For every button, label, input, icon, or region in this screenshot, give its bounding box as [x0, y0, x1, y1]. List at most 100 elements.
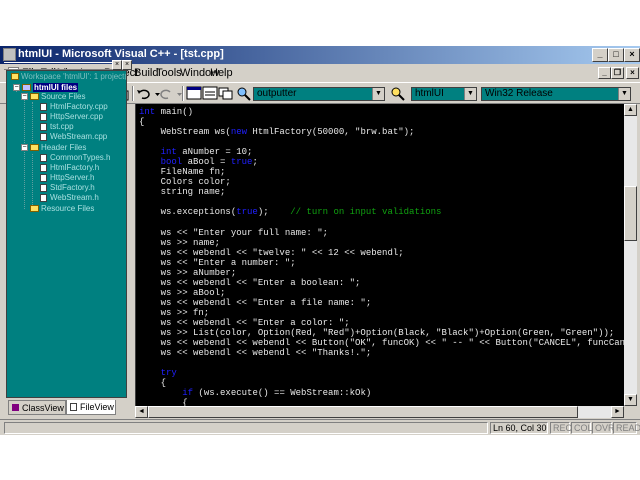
configuration-combo[interactable]: Win32 Release ▼ [481, 87, 631, 101]
workspace-grip[interactable] [4, 62, 122, 70]
file-item[interactable]: CommonTypes.h [50, 153, 110, 162]
code-line[interactable]: { [139, 398, 187, 406]
find-in-files-icon[interactable] [236, 86, 252, 101]
code-line[interactable]: int main() [139, 107, 193, 117]
code-line[interactable]: Colors color; [139, 177, 231, 187]
undo-dropdown-icon[interactable] [150, 86, 160, 101]
folder-resource-files[interactable]: Resource Files [41, 204, 94, 213]
maximize-button[interactable]: □ [608, 48, 624, 62]
close-button[interactable]: × [624, 48, 640, 62]
code-line[interactable]: ws >> List(color, Option(Red, "Red")+Opt… [139, 328, 615, 338]
scroll-down-arrow-icon[interactable]: ▼ [624, 394, 637, 406]
toolbar-separator [132, 86, 134, 101]
workspace-icon [11, 73, 19, 80]
collapse-icon[interactable]: − [21, 93, 28, 100]
doc-restore-button[interactable]: ❐ [611, 67, 624, 79]
workspace-close-button[interactable]: × [112, 60, 122, 70]
file-item[interactable]: tst.cpp [50, 122, 74, 131]
code-line[interactable]: WebStream ws(new HtmlFactory(50000, "brw… [139, 127, 415, 137]
folder-icon [30, 93, 39, 100]
project-combo[interactable]: htmlUI ▼ [411, 87, 477, 101]
doc-minimize-button[interactable]: _ [598, 67, 611, 79]
code-line[interactable]: ws << webendl << "twelve: " << 12 << web… [139, 248, 404, 258]
scroll-thumb[interactable] [624, 186, 637, 241]
code-line[interactable]: if (ws.execute() == WebStream::kOk) [139, 388, 371, 398]
minimize-button[interactable]: _ [592, 48, 608, 62]
code-line[interactable]: string name; [139, 187, 226, 197]
app-icon[interactable] [3, 48, 16, 61]
menu-help[interactable]: Help [210, 67, 233, 79]
workspace-window-icon[interactable] [186, 86, 202, 101]
collapse-icon[interactable]: − [21, 144, 28, 151]
code-text[interactable]: int main() { WebStream ws(new HtmlFactor… [139, 107, 624, 406]
scroll-up-arrow-icon[interactable]: ▲ [624, 104, 637, 116]
horizontal-scrollbar[interactable]: ◄ ► [135, 406, 624, 418]
code-editor[interactable]: int main() { WebStream ws(new HtmlFactor… [135, 104, 624, 406]
chevron-down-icon[interactable]: ▼ [618, 88, 630, 100]
tab-fileview[interactable]: FileView [66, 400, 116, 415]
cpp-file-icon [40, 103, 47, 111]
code-line[interactable]: ws.exceptions(true); // turn on input va… [139, 207, 442, 217]
code-line[interactable]: ws << webendl << "Enter a boolean: "; [139, 278, 361, 288]
configuration-combo-value: Win32 Release [485, 88, 553, 99]
chevron-down-icon[interactable]: ▼ [464, 88, 476, 100]
file-item[interactable]: HtmlFactory.h [50, 163, 99, 172]
toolbar-separator [182, 86, 184, 101]
code-line[interactable]: ws << "Enter a number: "; [139, 258, 296, 268]
code-line[interactable]: { [139, 117, 144, 127]
tab-classview-label: ClassView [22, 403, 64, 413]
file-item[interactable]: HttpServer.h [50, 173, 94, 182]
application-window: htmlUI - Microsoft Visual C++ - [tst.cpp… [0, 46, 640, 435]
status-bar: Ln 60, Col 30 REC COL OVR READ [0, 419, 640, 435]
code-line[interactable]: ws >> name; [139, 238, 220, 248]
code-line[interactable]: ws << webendl << webendl << Button("OK",… [139, 338, 624, 348]
file-item[interactable]: StdFactory.h [50, 183, 95, 192]
vertical-scrollbar[interactable]: ▲ ▼ [624, 104, 637, 406]
header-file-icon [40, 194, 47, 202]
file-item[interactable]: HttpServer.cpp [50, 112, 103, 121]
doc-close-button[interactable]: × [626, 67, 639, 79]
code-line[interactable]: FileName fn; [139, 167, 226, 177]
window-title: htmlUI - Microsoft Visual C++ - [tst.cpp… [18, 48, 224, 60]
file-item[interactable]: HtmlFactory.cpp [50, 102, 108, 111]
redo-dropdown-icon[interactable] [172, 86, 182, 101]
folder-source-files[interactable]: Source Files [41, 92, 85, 101]
menu-tools[interactable]: Tools [156, 67, 182, 79]
header-file-icon [40, 164, 47, 172]
tab-classview[interactable]: ClassView [8, 400, 66, 415]
folder-icon [30, 205, 39, 212]
header-file-icon [40, 184, 47, 192]
code-line[interactable]: bool aBool = true; [139, 157, 258, 167]
code-line[interactable]: ws >> aBool; [139, 288, 226, 298]
cursor-position: Ln 60, Col 30 [490, 422, 548, 434]
find-combo[interactable]: outputter ▼ [253, 87, 385, 101]
status-indicator-ovr: OVR [592, 422, 615, 434]
code-line[interactable]: ws >> aNumber; [139, 268, 237, 278]
workspace-root[interactable]: Workspace 'htmlUI': 1 project(s) [21, 72, 126, 81]
scroll-left-arrow-icon[interactable]: ◄ [135, 406, 148, 418]
project-node[interactable]: htmlUI files [33, 83, 79, 92]
code-line[interactable]: try [139, 368, 177, 378]
workspace-pin-button[interactable]: × [122, 60, 132, 70]
file-item[interactable]: WebStream.cpp [50, 132, 107, 141]
code-line[interactable]: ws << "Enter your full name: "; [139, 228, 328, 238]
code-line[interactable]: ws << webendl << "Enter a color: "; [139, 318, 350, 328]
collapse-icon[interactable]: − [13, 84, 20, 91]
find-icon[interactable] [390, 86, 406, 101]
status-indicator-rec: REC [550, 422, 572, 434]
code-line[interactable]: int aNumber = 10; [139, 147, 253, 157]
code-line[interactable]: ws >> fn; [139, 308, 210, 318]
output-window-icon[interactable] [202, 86, 218, 101]
code-line[interactable]: ws << webendl << "Enter a file name: "; [139, 298, 372, 308]
menu-build[interactable]: Build [134, 67, 158, 79]
folder-header-files[interactable]: Header Files [41, 143, 86, 152]
scroll-right-arrow-icon[interactable]: ► [611, 406, 624, 418]
file-item[interactable]: WebStream.h [50, 193, 99, 202]
code-line[interactable]: ws << webendl << webendl << "Thanks!."; [139, 348, 372, 358]
code-line[interactable]: { [139, 378, 166, 388]
hscroll-thumb[interactable] [148, 406, 578, 418]
window-list-icon[interactable] [218, 86, 234, 101]
chevron-down-icon[interactable]: ▼ [372, 88, 384, 100]
workspace-tree[interactable]: Workspace 'htmlUI': 1 project(s) − htmlU… [6, 70, 127, 398]
cpp-file-icon [40, 123, 47, 131]
